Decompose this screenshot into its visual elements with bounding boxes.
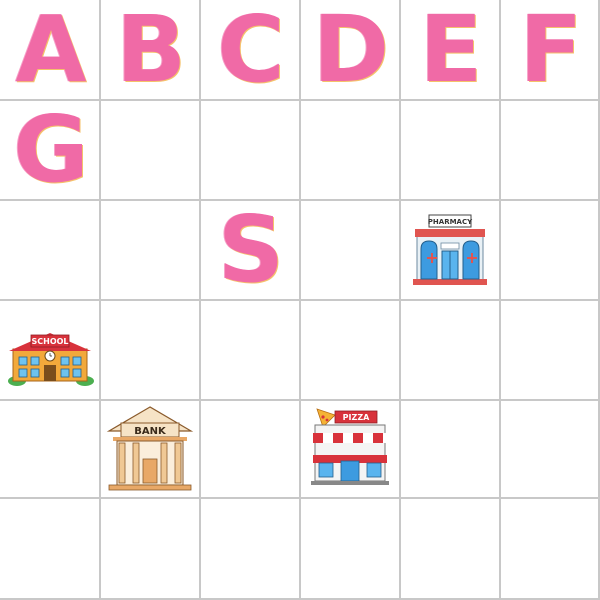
- cell-r3-c2[interactable]: [200, 300, 300, 400]
- cell-r1-c1[interactable]: [100, 100, 200, 200]
- grid-line: [0, 199, 600, 201]
- school-building-icon[interactable]: SCHOOL: [5, 305, 95, 395]
- cell-r1-c5[interactable]: [500, 100, 600, 200]
- cell-r3-c5[interactable]: [500, 300, 600, 400]
- cell-r4-c3[interactable]: PIZZA: [300, 400, 400, 500]
- cell-r1-c0[interactable]: G: [0, 100, 100, 200]
- cell-r2-c4[interactable]: PHARMACY: [400, 200, 500, 300]
- cell-r0-c5[interactable]: F: [500, 0, 600, 100]
- grid-line: [0, 299, 600, 301]
- cell-r0-c1[interactable]: B: [100, 0, 200, 100]
- cell-r0-c2[interactable]: C: [200, 0, 300, 100]
- cell-r5-c0[interactable]: [0, 500, 100, 600]
- cell-r3-c4[interactable]: [400, 300, 500, 400]
- cell-r4-c5[interactable]: [500, 400, 600, 500]
- pharmacy-sign: PHARMACY: [428, 218, 473, 226]
- letter-tile-c[interactable]: C: [200, 0, 300, 100]
- cell-r5-c5[interactable]: [500, 500, 600, 600]
- letter-tile-g[interactable]: G: [0, 100, 100, 200]
- cell-r2-c1[interactable]: [100, 200, 200, 300]
- pizza-shop-icon[interactable]: PIZZA: [305, 405, 395, 495]
- letter-tile-b[interactable]: B: [100, 0, 200, 100]
- cell-r3-c3[interactable]: [300, 300, 400, 400]
- letter-tile-a[interactable]: A: [0, 0, 100, 100]
- letter-tile-d[interactable]: D: [300, 0, 400, 100]
- grid-line: [0, 399, 600, 401]
- cell-r2-c3[interactable]: [300, 200, 400, 300]
- letter-tile-s[interactable]: S: [200, 200, 300, 300]
- cell-r2-c0[interactable]: [0, 200, 100, 300]
- letter-tile-f[interactable]: F: [500, 0, 600, 100]
- grid-line: [0, 99, 600, 101]
- cell-r1-c2[interactable]: [200, 100, 300, 200]
- cell-r4-c4[interactable]: [400, 400, 500, 500]
- letter-tile-e[interactable]: E: [400, 0, 500, 100]
- cell-r5-c2[interactable]: [200, 500, 300, 600]
- game-board: A B C D E F G S PHARMACY SCHOOL BANK PIZ…: [0, 0, 600, 600]
- cell-r3-c1[interactable]: [100, 300, 200, 400]
- cell-r0-c4[interactable]: E: [400, 0, 500, 100]
- pizza-sign: PIZZA: [343, 413, 370, 422]
- cell-r0-c3[interactable]: D: [300, 0, 400, 100]
- cell-r1-c4[interactable]: [400, 100, 500, 200]
- cell-r3-c0[interactable]: SCHOOL: [0, 300, 100, 400]
- school-sign: SCHOOL: [31, 337, 68, 346]
- bank-sign: BANK: [134, 426, 167, 437]
- bank-building-icon[interactable]: BANK: [105, 405, 195, 495]
- cell-r5-c3[interactable]: [300, 500, 400, 600]
- cell-r2-c5[interactable]: [500, 200, 600, 300]
- cell-r2-c2[interactable]: S: [200, 200, 300, 300]
- grid-line: [0, 497, 600, 499]
- pharmacy-building-icon[interactable]: PHARMACY: [405, 205, 495, 295]
- cell-r4-c1[interactable]: BANK: [100, 400, 200, 500]
- cell-r1-c3[interactable]: [300, 100, 400, 200]
- cell-r4-c0[interactable]: [0, 400, 100, 500]
- cell-r5-c4[interactable]: [400, 500, 500, 600]
- cell-r4-c2[interactable]: [200, 400, 300, 500]
- cell-r5-c1[interactable]: [100, 500, 200, 600]
- cell-r0-c0[interactable]: A: [0, 0, 100, 100]
